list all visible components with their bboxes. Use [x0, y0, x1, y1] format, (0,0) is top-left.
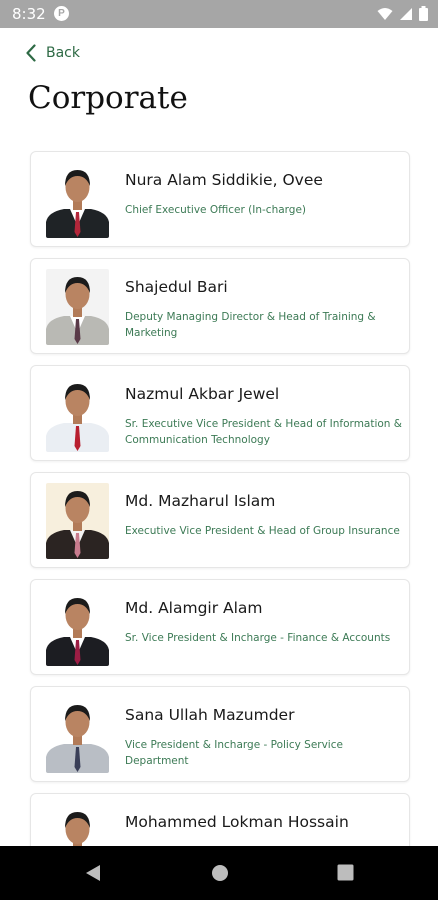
app-notification-icon: P	[54, 6, 69, 21]
person-card[interactable]: Nazmul Akbar Jewel Sr. Executive Vice Pre…	[30, 365, 410, 461]
person-name: Mohammed Lokman Hossain	[125, 813, 349, 831]
signal-icon	[400, 7, 412, 20]
back-label: Back	[46, 45, 80, 61]
person-card[interactable]: Md. Mazharul Islam Executive Vice Preside…	[30, 472, 410, 568]
nav-home-icon[interactable]	[210, 863, 230, 883]
person-photo	[46, 376, 109, 452]
person-name: Sana Ullah Mazumder	[125, 706, 295, 724]
status-bar: 8:32 P	[0, 0, 438, 28]
person-card[interactable]: Md. Alamgir Alam Sr. Vice President & Inc…	[30, 579, 410, 675]
nav-recents-icon[interactable]	[337, 864, 354, 881]
nav-back-icon[interactable]	[84, 863, 102, 883]
system-nav-bar	[0, 846, 438, 900]
page-title: Corporate	[28, 80, 188, 116]
person-photo	[46, 590, 109, 666]
person-card[interactable]: Nura Alam Siddikie, Ovee Chief Executive …	[30, 151, 410, 247]
people-list: Nura Alam Siddikie, Ovee Chief Executive …	[30, 151, 410, 846]
person-photo	[46, 269, 109, 345]
person-photo	[46, 162, 109, 238]
status-icons	[377, 6, 428, 21]
person-name: Shajedul Bari	[125, 278, 228, 296]
person-name: Md. Alamgir Alam	[125, 599, 263, 617]
battery-icon	[419, 6, 428, 21]
person-name: Md. Mazharul Islam	[125, 492, 276, 510]
person-name: Nura Alam Siddikie, Ovee	[125, 171, 323, 189]
person-photo	[46, 483, 109, 559]
person-role: Chief Executive Officer (In-charge)	[125, 204, 307, 216]
corporate-screen: Back Corporate Nura Alam Siddikie, Ovee C…	[0, 28, 438, 846]
person-role: Vice President & Incharge - Policy Servi…	[125, 739, 343, 767]
wifi-icon	[377, 7, 393, 20]
person-role: Deputy Managing Director & Head of Train…	[125, 311, 376, 339]
person-photo	[46, 697, 109, 773]
person-role: Sr. Executive Vice President & Head of I…	[125, 418, 402, 446]
back-button[interactable]: Back	[26, 44, 80, 62]
person-name: Nazmul Akbar Jewel	[125, 385, 280, 403]
chevron-left-icon	[26, 44, 36, 62]
person-photo	[46, 804, 109, 846]
status-time: 8:32	[12, 5, 46, 23]
person-card[interactable]: Shajedul Bari Deputy Managing Director & …	[30, 258, 410, 354]
person-card[interactable]: Sana Ullah Mazumder Vice President & Inch…	[30, 686, 410, 782]
person-role: Executive Vice President & Head of Group…	[125, 525, 400, 537]
person-card[interactable]: Mohammed Lokman Hossain	[30, 793, 410, 846]
person-role: Sr. Vice President & Incharge - Finance …	[125, 632, 391, 644]
